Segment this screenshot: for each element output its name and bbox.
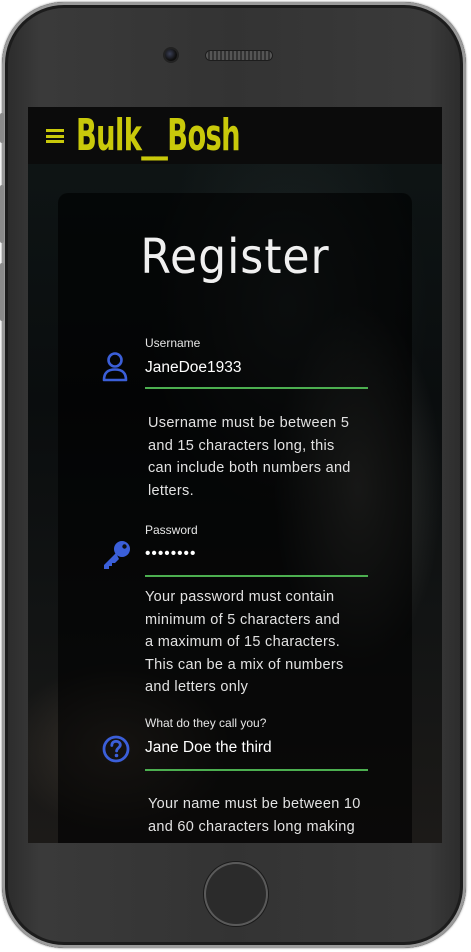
username-underline (145, 387, 368, 389)
name-hint: Your name must be between 10 and 60 char… (148, 796, 361, 835)
mute-switch (0, 113, 4, 143)
name-input[interactable]: Jane Doe the third (145, 739, 272, 757)
volume-up-button (0, 185, 4, 243)
home-button[interactable] (204, 862, 268, 926)
name-underline (145, 769, 368, 771)
brand-logo[interactable]: Bulk__Bosh (76, 110, 241, 162)
username-label: Username (145, 336, 201, 350)
user-icon (102, 352, 128, 382)
key-icon (104, 541, 130, 569)
front-camera (165, 49, 177, 61)
username-hint: Username must be between 5 and 15 charac… (148, 415, 351, 499)
hamburger-menu-icon[interactable] (46, 129, 64, 143)
password-underline (145, 575, 368, 577)
password-label: Password (145, 523, 198, 537)
navbar: Bulk__Bosh (28, 107, 442, 164)
volume-down-button (0, 263, 4, 321)
name-label: What do they call you? (145, 716, 267, 730)
question-circle-icon (102, 735, 130, 763)
earpiece-speaker (206, 51, 272, 60)
app-screen: Bulk__Bosh Register Username JaneDoe1933… (28, 107, 442, 843)
page-title: Register (140, 229, 330, 285)
password-input[interactable]: •••••••• (145, 545, 196, 563)
password-hint: Your password must contain minimum of 5 … (145, 589, 344, 695)
username-input[interactable]: JaneDoe1933 (145, 359, 242, 377)
